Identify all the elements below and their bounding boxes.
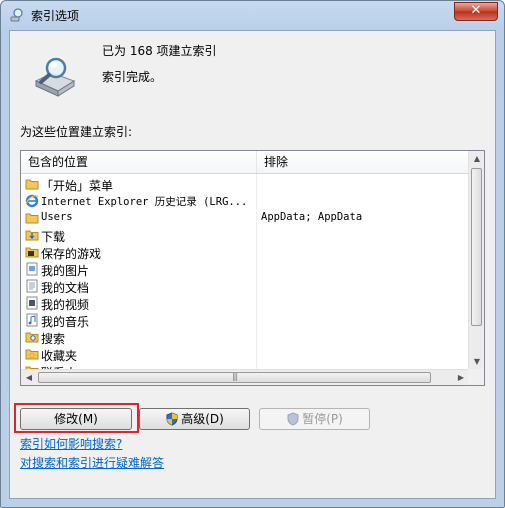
list-item[interactable]: 「开始」菜单: [21, 176, 469, 193]
vertical-scrollbar[interactable]: ▲ ▼: [468, 151, 484, 370]
scroll-left-icon[interactable]: ◀: [21, 370, 37, 386]
location-name: 下载: [41, 230, 66, 244]
list-item[interactable]: 保存的游戏: [21, 244, 469, 261]
games-icon: [25, 247, 39, 258]
vertical-scroll-thumb[interactable]: [471, 168, 482, 326]
list-item[interactable]: Users AppData; AppData: [21, 210, 469, 227]
list-item[interactable]: 下载: [21, 227, 469, 244]
scroll-right-icon[interactable]: ▶: [453, 370, 469, 386]
pause-button[interactable]: 暂停(P): [259, 408, 370, 430]
location-name: 我的音乐: [41, 315, 90, 329]
list-item[interactable]: 我的音乐: [21, 312, 469, 329]
ie-icon: [25, 194, 39, 208]
download-icon: [25, 230, 39, 241]
music-icon: [26, 313, 38, 327]
horizontal-scrollbar[interactable]: ◀ ||| ▶: [21, 369, 469, 385]
column-header-included-locations[interactable]: 包含的位置: [21, 151, 257, 173]
window-title: 索引选项: [31, 9, 80, 23]
modify-button[interactable]: 修改(M): [20, 408, 132, 430]
uac-shield-icon: [287, 412, 299, 426]
favorites-icon: [25, 349, 39, 360]
advanced-button[interactable]: 高级(D): [139, 408, 250, 430]
indexed-count-text: 已为 168 项建立索引: [102, 44, 217, 58]
scrollbar-corner: [468, 369, 484, 385]
list-item[interactable]: 我的视频: [21, 295, 469, 312]
horizontal-scroll-thumb[interactable]: |||: [38, 372, 431, 383]
list-item[interactable]: 收藏夹: [21, 346, 469, 363]
scroll-down-icon[interactable]: ▼: [469, 354, 485, 370]
location-name: 「开始」菜单: [41, 179, 114, 193]
how-indexing-affects-search-link[interactable]: 索引如何影响搜索?: [20, 435, 122, 452]
dialog-content: 已为 168 项建立索引 索引完成。 为这些位置建立索引: 包含的位置 排除 「…: [9, 30, 496, 499]
location-name: 搜索: [41, 332, 66, 346]
indexed-locations-list[interactable]: 包含的位置 排除 「开始」菜单 Internet Explorer 历史记录 (L…: [20, 150, 485, 386]
list-item[interactable]: 我的文档: [21, 278, 469, 295]
location-name: 我的文档: [41, 281, 90, 295]
folder-icon: [25, 213, 39, 224]
location-name: 保存的游戏: [41, 247, 102, 261]
indexing-status-text: 索引完成。: [102, 70, 163, 84]
list-item[interactable]: 搜索: [21, 329, 469, 346]
locations-label: 为这些位置建立索引:: [20, 125, 133, 139]
list-item[interactable]: 我的图片: [21, 261, 469, 278]
search-folder-icon: [25, 332, 39, 343]
indexing-options-icon: [10, 8, 23, 22]
documents-icon: [26, 279, 38, 293]
pictures-icon: [26, 262, 38, 276]
close-button[interactable]: ✕: [454, 2, 498, 21]
location-name: 我的视频: [41, 298, 90, 312]
pause-button-label: 暂停(P): [302, 412, 343, 426]
scroll-up-icon[interactable]: ▲: [469, 151, 485, 167]
modify-button-label: 修改(M): [54, 412, 98, 426]
location-name: Users: [41, 211, 73, 223]
column-header-exclude[interactable]: 排除: [257, 151, 469, 173]
location-name: Internet Explorer 历史记录 (LRG...: [41, 196, 248, 208]
indexing-drive-magnifier-icon: [34, 57, 76, 97]
troubleshoot-search-indexing-link[interactable]: 对搜索和索引进行疑难解答: [20, 454, 164, 471]
list-body: 「开始」菜单 Internet Explorer 历史记录 (LRG... User…: [21, 174, 469, 370]
indexing-options-window: 索引选项 ✕ 已为 168 项建立索引 索引完成。 为这些位置建立索引: 包含的…: [0, 0, 505, 508]
excluded-paths: AppData; AppData: [261, 211, 363, 223]
advanced-button-label: 高级(D): [181, 412, 224, 426]
location-name: 收藏夹: [41, 349, 78, 363]
uac-shield-icon: [166, 412, 178, 426]
location-name: 我的图片: [41, 264, 90, 278]
folder-icon: [25, 179, 39, 190]
videos-icon: [26, 296, 38, 310]
list-item[interactable]: Internet Explorer 历史记录 (LRG...: [21, 193, 469, 210]
title-bar: 索引选项 ✕: [1, 1, 504, 29]
list-header: 包含的位置 排除: [21, 151, 469, 174]
